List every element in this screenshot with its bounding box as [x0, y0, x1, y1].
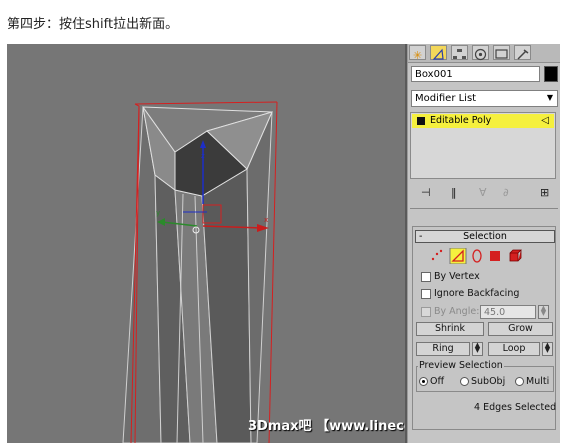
modifier-list-dropdown[interactable]: Modifier List ▼ — [411, 90, 558, 107]
viewport-scene: z x y — [122, 101, 278, 443]
shrink-button[interactable]: Shrink — [416, 322, 484, 336]
angle-spinner[interactable]: ▲ ▼ — [538, 305, 549, 319]
preview-multi-label: Multi — [526, 376, 550, 387]
svg-text:y: y — [156, 209, 160, 217]
display-icon[interactable] — [493, 45, 510, 60]
preview-off-radio[interactable] — [419, 377, 428, 386]
loop-button[interactable]: Loop — [488, 342, 540, 356]
angle-value-field[interactable]: 45.0 — [480, 305, 536, 319]
perspective-viewport[interactable]: z x y 3Dmax吧 【www.linecg.com/tieba/1771】 — [7, 44, 545, 443]
chevron-down-icon[interactable]: ▼ — [543, 91, 557, 106]
remove-modifier-icon[interactable]: ∂ — [503, 186, 509, 199]
svg-text:z: z — [201, 152, 205, 160]
motion-icon[interactable] — [472, 45, 489, 61]
by-vertex-checkbox[interactable] — [421, 272, 431, 282]
object-color-swatch[interactable] — [544, 66, 558, 82]
configure-sets-icon[interactable]: ⊞ — [540, 186, 549, 199]
ring-spinner[interactable]: ▲ ▼ — [472, 342, 483, 356]
preview-multi-radio[interactable] — [515, 377, 524, 386]
selection-title: Selection — [463, 231, 507, 242]
utilities-icon[interactable] — [514, 45, 531, 60]
by-angle-label: By Angle: — [434, 306, 480, 317]
preview-subobj-label: SubObj — [471, 376, 506, 387]
subobject-edge-icon: ◁ — [541, 115, 549, 126]
grow-button[interactable]: Grow — [488, 322, 553, 336]
edge-level-icon — [449, 247, 467, 265]
selection-rollout-header[interactable]: - Selection — [415, 230, 555, 243]
expand-toggle-icon[interactable] — [417, 117, 425, 125]
stack-controls: ⊣ ‖ ∀ ∂ ⊞ — [408, 186, 560, 202]
show-end-result-icon[interactable]: ‖ — [451, 186, 457, 199]
polygon-level-icon — [490, 251, 500, 261]
create-icon[interactable]: ✳ — [409, 45, 426, 62]
subobject-level-buttons — [428, 247, 548, 265]
modifier-list-label: Modifier List — [415, 93, 477, 104]
hierarchy-icon[interactable] — [451, 45, 468, 60]
border-level-icon — [472, 249, 482, 263]
object-name-field[interactable]: Box001 — [411, 66, 540, 82]
element-level-icon — [509, 249, 522, 262]
preview-subobj-radio[interactable] — [460, 377, 469, 386]
stack-item-label: Editable Poly — [430, 115, 492, 126]
modify-icon[interactable] — [430, 45, 447, 60]
preview-off-label: Off — [430, 376, 445, 387]
selection-status: 4 Edges Selected — [474, 402, 557, 413]
svg-text:x: x — [264, 216, 268, 224]
step-caption: 第四步：按住shift拉出新面。 — [7, 17, 179, 32]
collapse-icon: - — [419, 231, 423, 242]
preview-selection-title: Preview Selection — [418, 360, 504, 371]
vertex-level-icon — [431, 249, 443, 261]
modifier-stack[interactable]: Editable Poly ◁ — [410, 112, 556, 179]
max-window: z x y 3Dmax吧 【www.linecg.com/tieba/1771】… — [7, 44, 560, 443]
stack-item-editable-poly[interactable]: Editable Poly ◁ — [412, 114, 554, 128]
divider — [410, 208, 558, 209]
ring-button[interactable]: Ring — [416, 342, 470, 356]
ignore-backfacing-label: Ignore Backfacing — [434, 288, 520, 299]
ignore-backfacing-checkbox[interactable] — [421, 289, 431, 299]
svg-text:✳: ✳ — [413, 49, 422, 61]
by-angle-checkbox[interactable] — [421, 307, 431, 317]
by-vertex-label: By Vertex — [434, 271, 480, 282]
command-panel: ✳ Box001 Modifier List ▼ Editable Poly ◁… — [407, 44, 560, 443]
make-unique-icon[interactable]: ∀ — [479, 186, 487, 199]
loop-spinner[interactable]: ▲ ▼ — [542, 342, 553, 356]
command-panel-tabs: ✳ — [408, 44, 560, 63]
pin-stack-icon[interactable]: ⊣ — [421, 186, 431, 199]
